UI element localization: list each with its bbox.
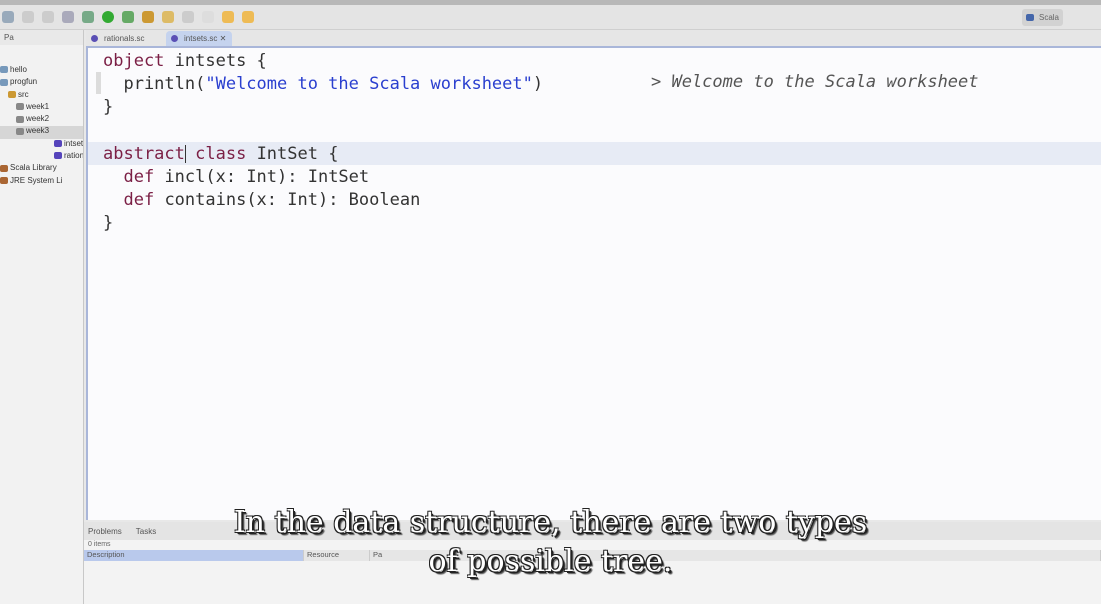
scala-perspective-icon	[1025, 14, 1034, 21]
tree-node-icon	[0, 164, 8, 172]
tree-node-icon	[0, 78, 8, 86]
annotation-icon[interactable]	[202, 11, 214, 23]
print-icon[interactable]	[62, 11, 74, 23]
tree-node-icon	[0, 177, 8, 185]
tree-node-icon	[16, 115, 24, 123]
close-icon[interactable]: ✕	[220, 34, 227, 43]
scala-file-icon	[91, 35, 98, 42]
code-line: println("Welcome to the Scala worksheet"…	[103, 74, 544, 95]
scala-file-icon	[171, 35, 178, 42]
tree-node-icon	[8, 90, 16, 98]
forward-icon[interactable]	[242, 11, 254, 23]
code-text[interactable]: object intsets { println("Welcome to the…	[103, 50, 543, 236]
tree-node-icon	[16, 127, 24, 135]
tab-intsets[interactable]: intsets.sc ✕	[166, 31, 233, 46]
open-type-icon[interactable]	[142, 11, 154, 23]
code-line: def contains(x: Int): Boolean	[123, 190, 421, 211]
search-icon[interactable]	[162, 11, 174, 23]
code-line: abstract class IntSet {	[103, 143, 339, 164]
new-icon[interactable]	[2, 11, 14, 23]
back-icon[interactable]	[222, 11, 234, 23]
tree-item[interactable]: JRE System Li	[0, 176, 83, 188]
tree-item[interactable]: Scala Library	[0, 163, 83, 175]
tab-rationals[interactable]: rationals.sc	[86, 31, 150, 46]
tree-item[interactable]: src	[0, 90, 83, 102]
video-subtitle: In the data structure, there are two typ…	[233, 505, 868, 579]
code-editor[interactable]: object intsets { println("Welcome to the…	[86, 46, 1101, 520]
external-tools-icon[interactable]	[122, 11, 134, 23]
run-icon[interactable]	[102, 11, 114, 23]
code-line: def incl(x: Int): IntSet	[123, 166, 370, 187]
toolbar	[0, 5, 1101, 30]
tree-node-icon	[16, 103, 24, 111]
worksheet-marker	[96, 72, 101, 94]
tree-item[interactable]: week2	[0, 114, 83, 126]
code-line: }	[103, 97, 114, 118]
tree-node-icon	[54, 152, 62, 160]
perspective-scala[interactable]: Scala	[1021, 9, 1063, 26]
tree-node-icon	[54, 140, 62, 148]
tree-item[interactable]: week3	[0, 126, 83, 139]
tree-item[interactable]: progfun	[0, 77, 83, 89]
tree-item[interactable]: hello	[0, 65, 83, 77]
worksheet-result: > Welcome to the Scala worksheet	[651, 72, 979, 92]
package-explorer-tab[interactable]: Pa	[0, 30, 83, 45]
editor-tabs: rationals.sc intsets.sc ✕	[86, 30, 1101, 46]
toggle-icon[interactable]	[182, 11, 194, 23]
save-icon[interactable]	[22, 11, 34, 23]
tree-node-icon	[0, 66, 8, 74]
code-line: }	[103, 213, 114, 234]
save-all-icon[interactable]	[42, 11, 54, 23]
tree-item[interactable]: intsets.	[0, 139, 83, 151]
debug-icon[interactable]	[82, 11, 94, 23]
code-line: object intsets {	[103, 51, 267, 71]
project-tree: helloprogfunsrcweek1week2week3intsets.ra…	[0, 65, 83, 188]
tree-item[interactable]: rational	[0, 151, 83, 163]
tree-item[interactable]: week1	[0, 102, 83, 114]
